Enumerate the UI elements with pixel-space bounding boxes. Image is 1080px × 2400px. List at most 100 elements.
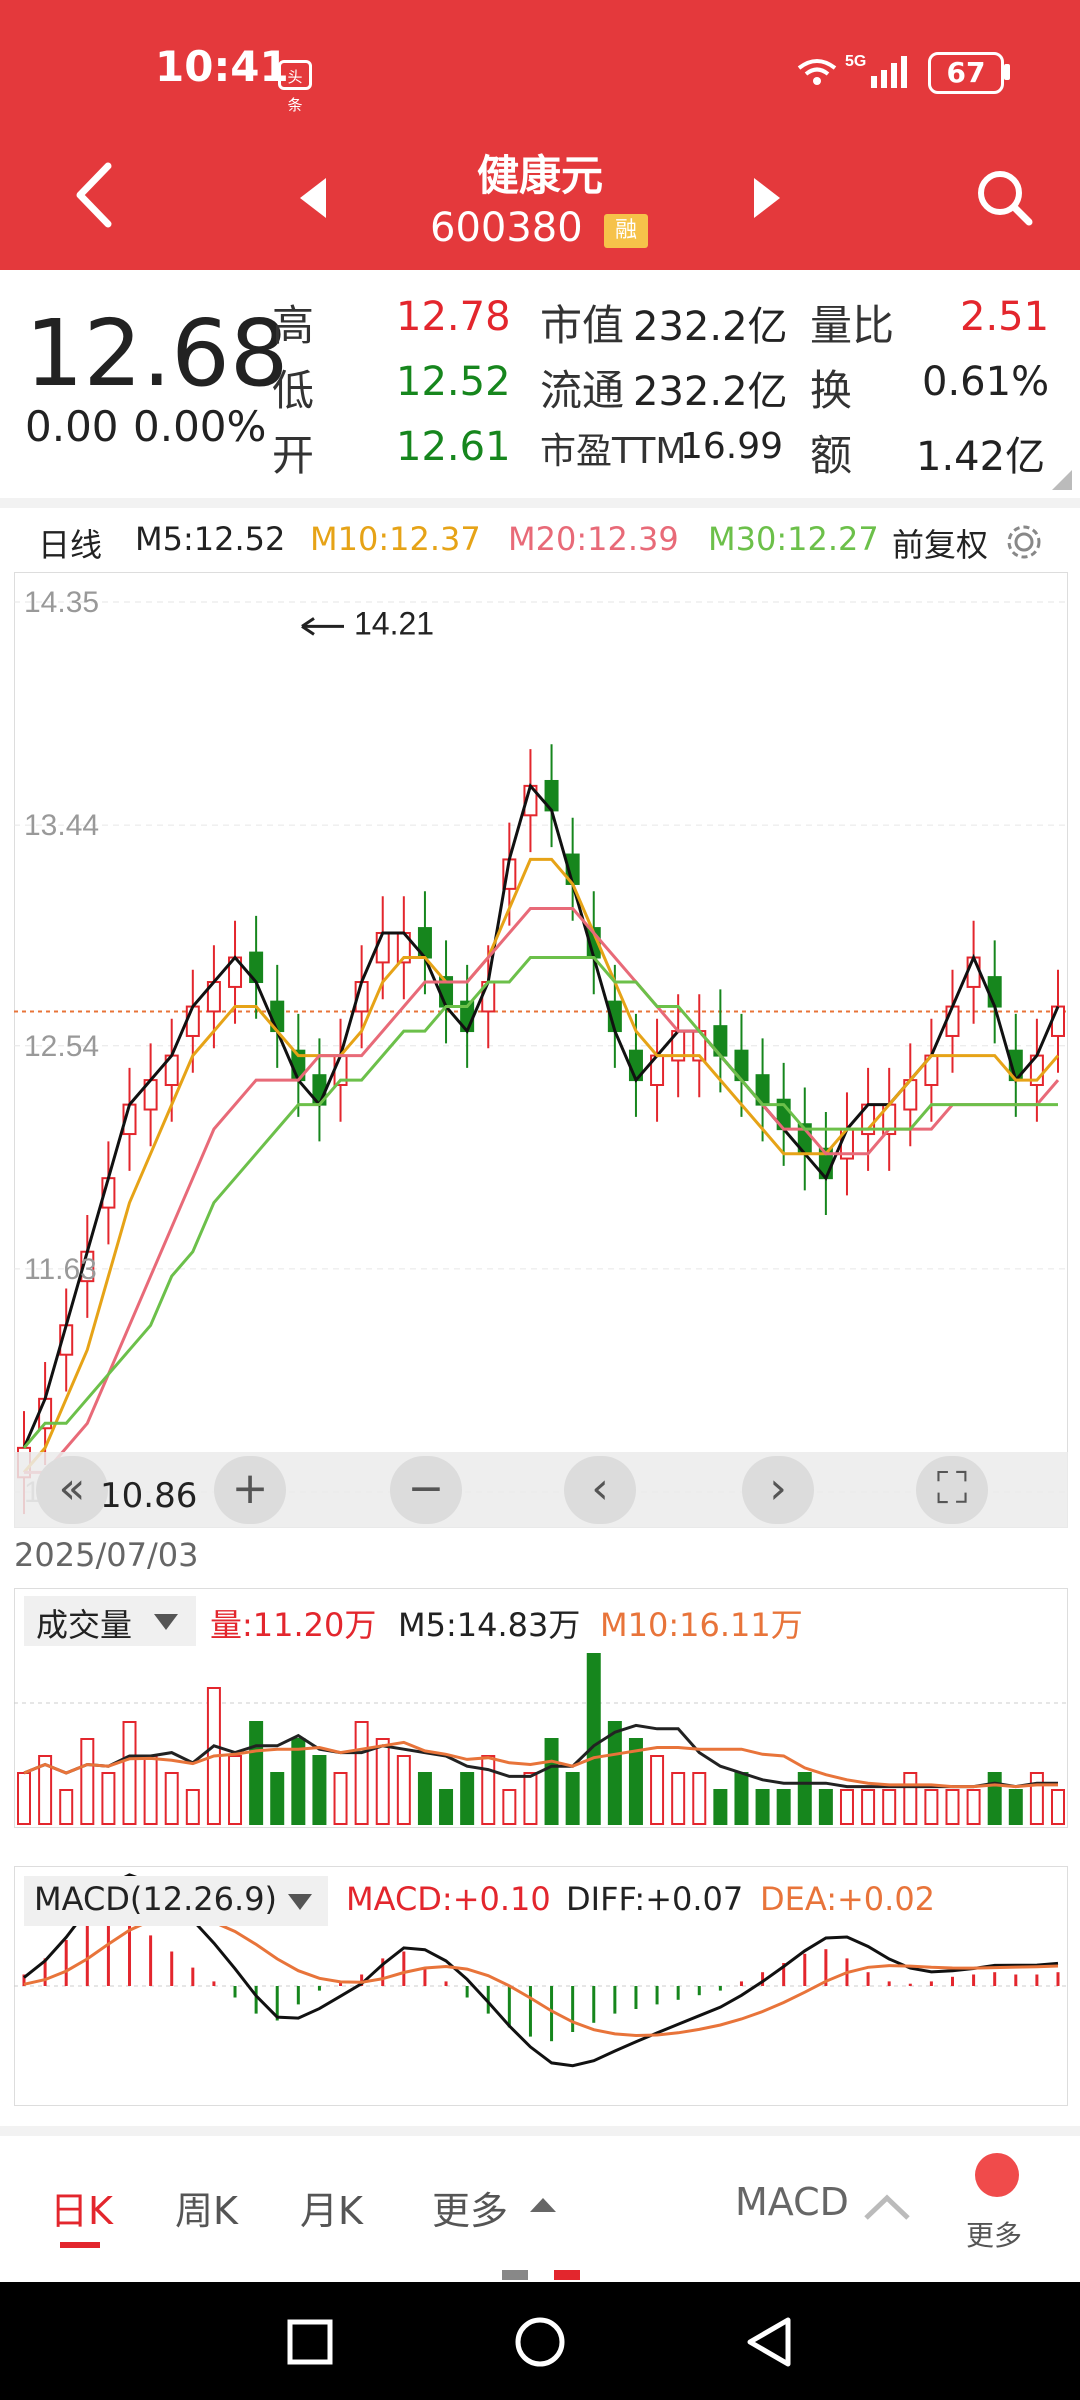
more-button-icon[interactable] [974, 2152, 1020, 2202]
volume-bar [565, 1772, 580, 1825]
top-header: 10:41 头条 5G 67 健康元 600380 融 [0, 0, 1080, 270]
volume-bar [924, 1789, 939, 1825]
volume-bar [185, 1789, 200, 1825]
high-value: 12.78 [396, 294, 511, 340]
open-value: 12.61 [396, 424, 511, 470]
macd-legend: MACD:+0.10 [346, 1880, 551, 1918]
last-price: 12.68 [25, 300, 289, 407]
low-price-label: 10.86 [100, 1476, 198, 1516]
volume-bar [396, 1755, 411, 1825]
tab-month-k[interactable]: 月K [300, 2180, 363, 2235]
volume-bar [755, 1789, 770, 1825]
volume-bar [101, 1772, 116, 1825]
volume-bar [80, 1738, 95, 1825]
macd-title: MACD(12.26.9) [34, 1880, 278, 1918]
y-tick-label: 14.35 [24, 586, 99, 619]
volume-bar [1008, 1789, 1023, 1825]
y-tick-label: 11.63 [24, 1253, 97, 1286]
system-nav-bar [0, 2282, 1080, 2400]
caret-up-icon[interactable] [528, 2194, 558, 2218]
volume-bar [882, 1789, 897, 1825]
battery-tip [1004, 64, 1010, 80]
low-value: 12.52 [396, 359, 511, 405]
pe-label: 市盈TTM [540, 431, 687, 472]
mktcap-label: 市值 [540, 301, 625, 350]
volume-bar [1029, 1772, 1044, 1825]
volume-bar [987, 1772, 1002, 1825]
zoom-out-button[interactable]: − [390, 1456, 462, 1524]
ma20-legend: M20:12.39 [508, 520, 679, 558]
volume-bar [650, 1755, 665, 1825]
high-label: 高 [272, 301, 315, 350]
candle-body [945, 1005, 960, 1037]
volume-ma10-legend: M10:16.11万 [600, 1606, 803, 1644]
settings-icon[interactable] [1004, 522, 1044, 566]
indicator-tab[interactable]: MACD [735, 2180, 849, 2224]
signal-icon: 5G [795, 50, 915, 94]
expand-corner-icon[interactable] [1052, 470, 1072, 494]
volume-bar [713, 1789, 728, 1825]
next-stock-icon[interactable] [750, 176, 784, 224]
scroll-indicator-active [554, 2270, 580, 2280]
volume-bar [607, 1721, 622, 1825]
tab-active-indicator [60, 2242, 100, 2248]
scroll-left-button[interactable]: ‹ [564, 1456, 636, 1524]
candle-body [966, 956, 981, 988]
volume-bar [333, 1772, 348, 1825]
recent-apps-icon[interactable] [286, 2318, 334, 2366]
tab-more-periods[interactable]: 更多 [432, 2180, 508, 2235]
dea-legend: DEA:+0.02 [760, 1880, 936, 1918]
volume-bar [776, 1789, 791, 1825]
float-label: 流通 [540, 366, 625, 415]
fullscreen-button[interactable]: ⛶ [916, 1456, 988, 1524]
volume-legend: 量:11.20万 [210, 1606, 377, 1644]
volume-bar [692, 1772, 707, 1825]
dropdown-icon[interactable] [152, 1612, 180, 1636]
volume-bar [839, 1789, 854, 1825]
amount-label: 额 [810, 431, 853, 480]
stock-code: 600380 [430, 205, 583, 251]
margin-badge: 融 [604, 214, 648, 248]
volume-bar [818, 1789, 833, 1825]
zoom-in-button[interactable]: + [214, 1456, 286, 1524]
candle-body [987, 976, 1002, 1008]
volume-bar [59, 1789, 74, 1825]
ma30-legend: M30:12.27 [708, 520, 879, 558]
volume-bar [17, 1772, 31, 1825]
volume-bar [122, 1721, 137, 1825]
turnover-label: 换 [810, 366, 853, 415]
home-icon[interactable] [514, 2316, 566, 2368]
notification-badge: 头条 [278, 60, 312, 114]
adjust-label[interactable]: 前复权 [892, 520, 988, 566]
tab-week-k[interactable]: 周K [175, 2180, 238, 2235]
scroll-indicator [502, 2270, 528, 2280]
volume-bar [671, 1772, 686, 1825]
dropdown-icon[interactable] [286, 1892, 314, 1916]
kline-chart[interactable]: 14.3513.4412.5411.6310.7214.21 [14, 572, 1068, 1528]
volume-bar [544, 1738, 559, 1825]
scroll-right-button[interactable]: › [742, 1456, 814, 1524]
search-icon[interactable] [975, 168, 1035, 232]
volume-bar [523, 1772, 538, 1825]
bottom-tab-divider [0, 2126, 1080, 2136]
svg-text:5G: 5G [845, 53, 866, 70]
volume-bar [164, 1772, 179, 1825]
volume-bar [861, 1789, 876, 1825]
back-nav-icon[interactable] [744, 2316, 794, 2368]
scroll-left-fast-button[interactable]: « [36, 1456, 108, 1524]
diff-legend: DIFF:+0.07 [566, 1880, 744, 1918]
period-label[interactable]: 日线 [38, 520, 102, 566]
chevron-up-icon[interactable] [862, 2192, 912, 2226]
volume-bar [966, 1789, 981, 1825]
battery-icon: 67 [928, 52, 1004, 94]
more-button-label[interactable]: 更多 [966, 2214, 1022, 2254]
float-value: 232.2亿 [633, 369, 788, 415]
amount-value: 1.42亿 [916, 434, 1046, 480]
stock-name: 健康元 [476, 151, 603, 200]
tab-day-k[interactable]: 日K [50, 2180, 113, 2235]
pe-value: 16.99 [680, 426, 784, 467]
volratio-value: 2.51 [960, 294, 1050, 340]
y-tick-label: 13.44 [24, 809, 99, 842]
volume-bar [1051, 1789, 1065, 1825]
volume-bar [375, 1738, 390, 1825]
